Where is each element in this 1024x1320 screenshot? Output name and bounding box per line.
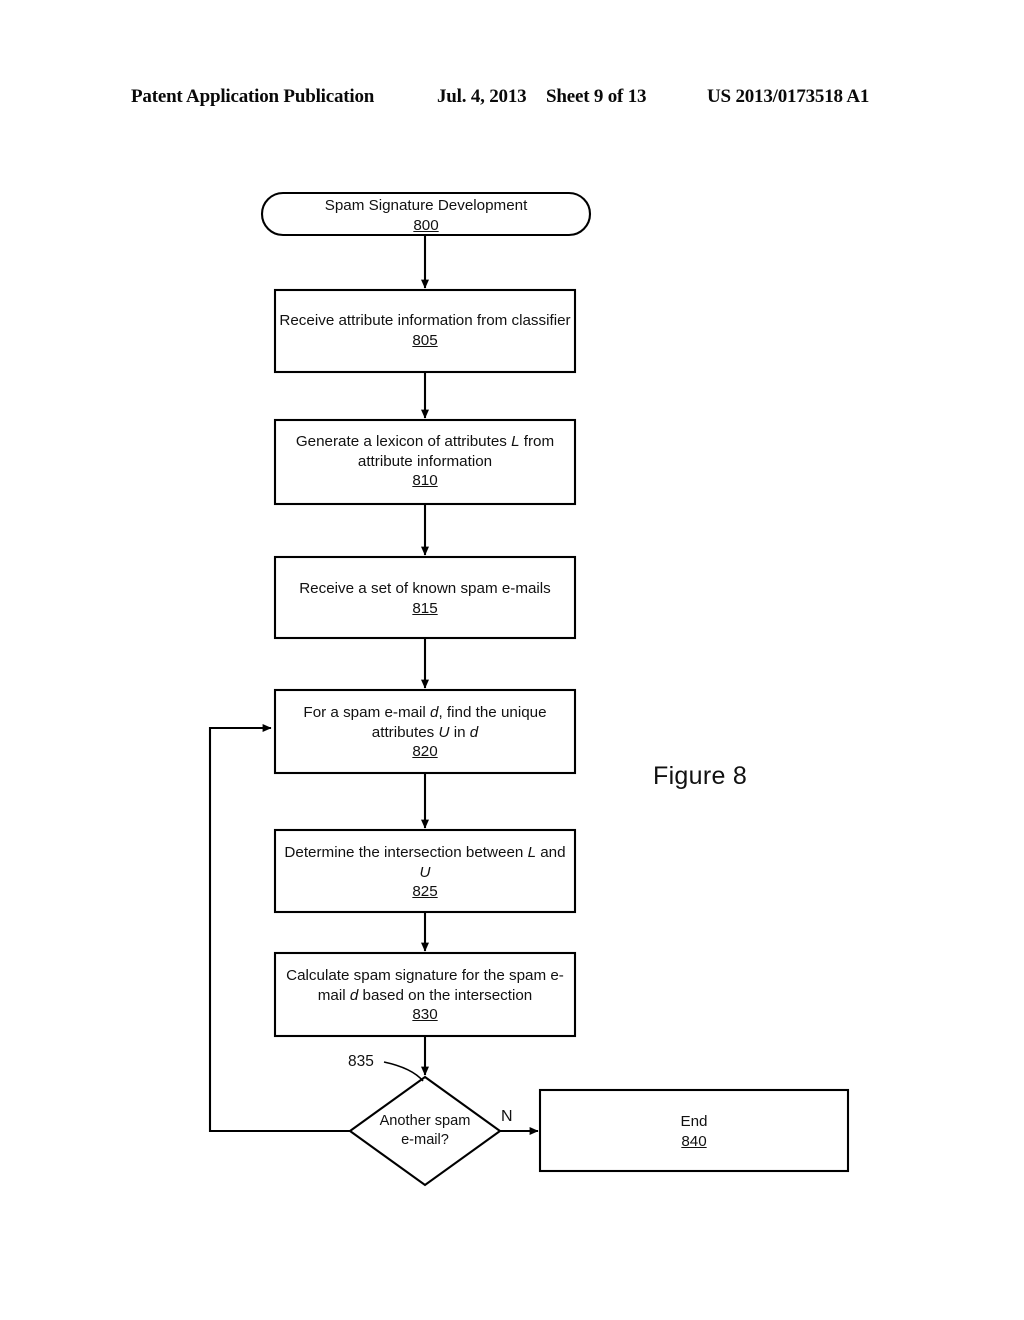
node-815-shape [273,555,577,640]
node-810-shape [273,418,577,506]
node-805-shape [273,288,577,374]
connector-feedback-loop [208,724,350,1133]
node-835-shape [348,1075,502,1187]
node-820-shape [273,688,577,775]
node-825-shape [273,828,577,914]
leader-line-835 [383,1061,424,1082]
flowchart-diagram [208,191,850,1187]
node-start-shape [260,191,592,237]
node-830-shape [273,951,577,1038]
node-840-shape [538,1088,850,1173]
